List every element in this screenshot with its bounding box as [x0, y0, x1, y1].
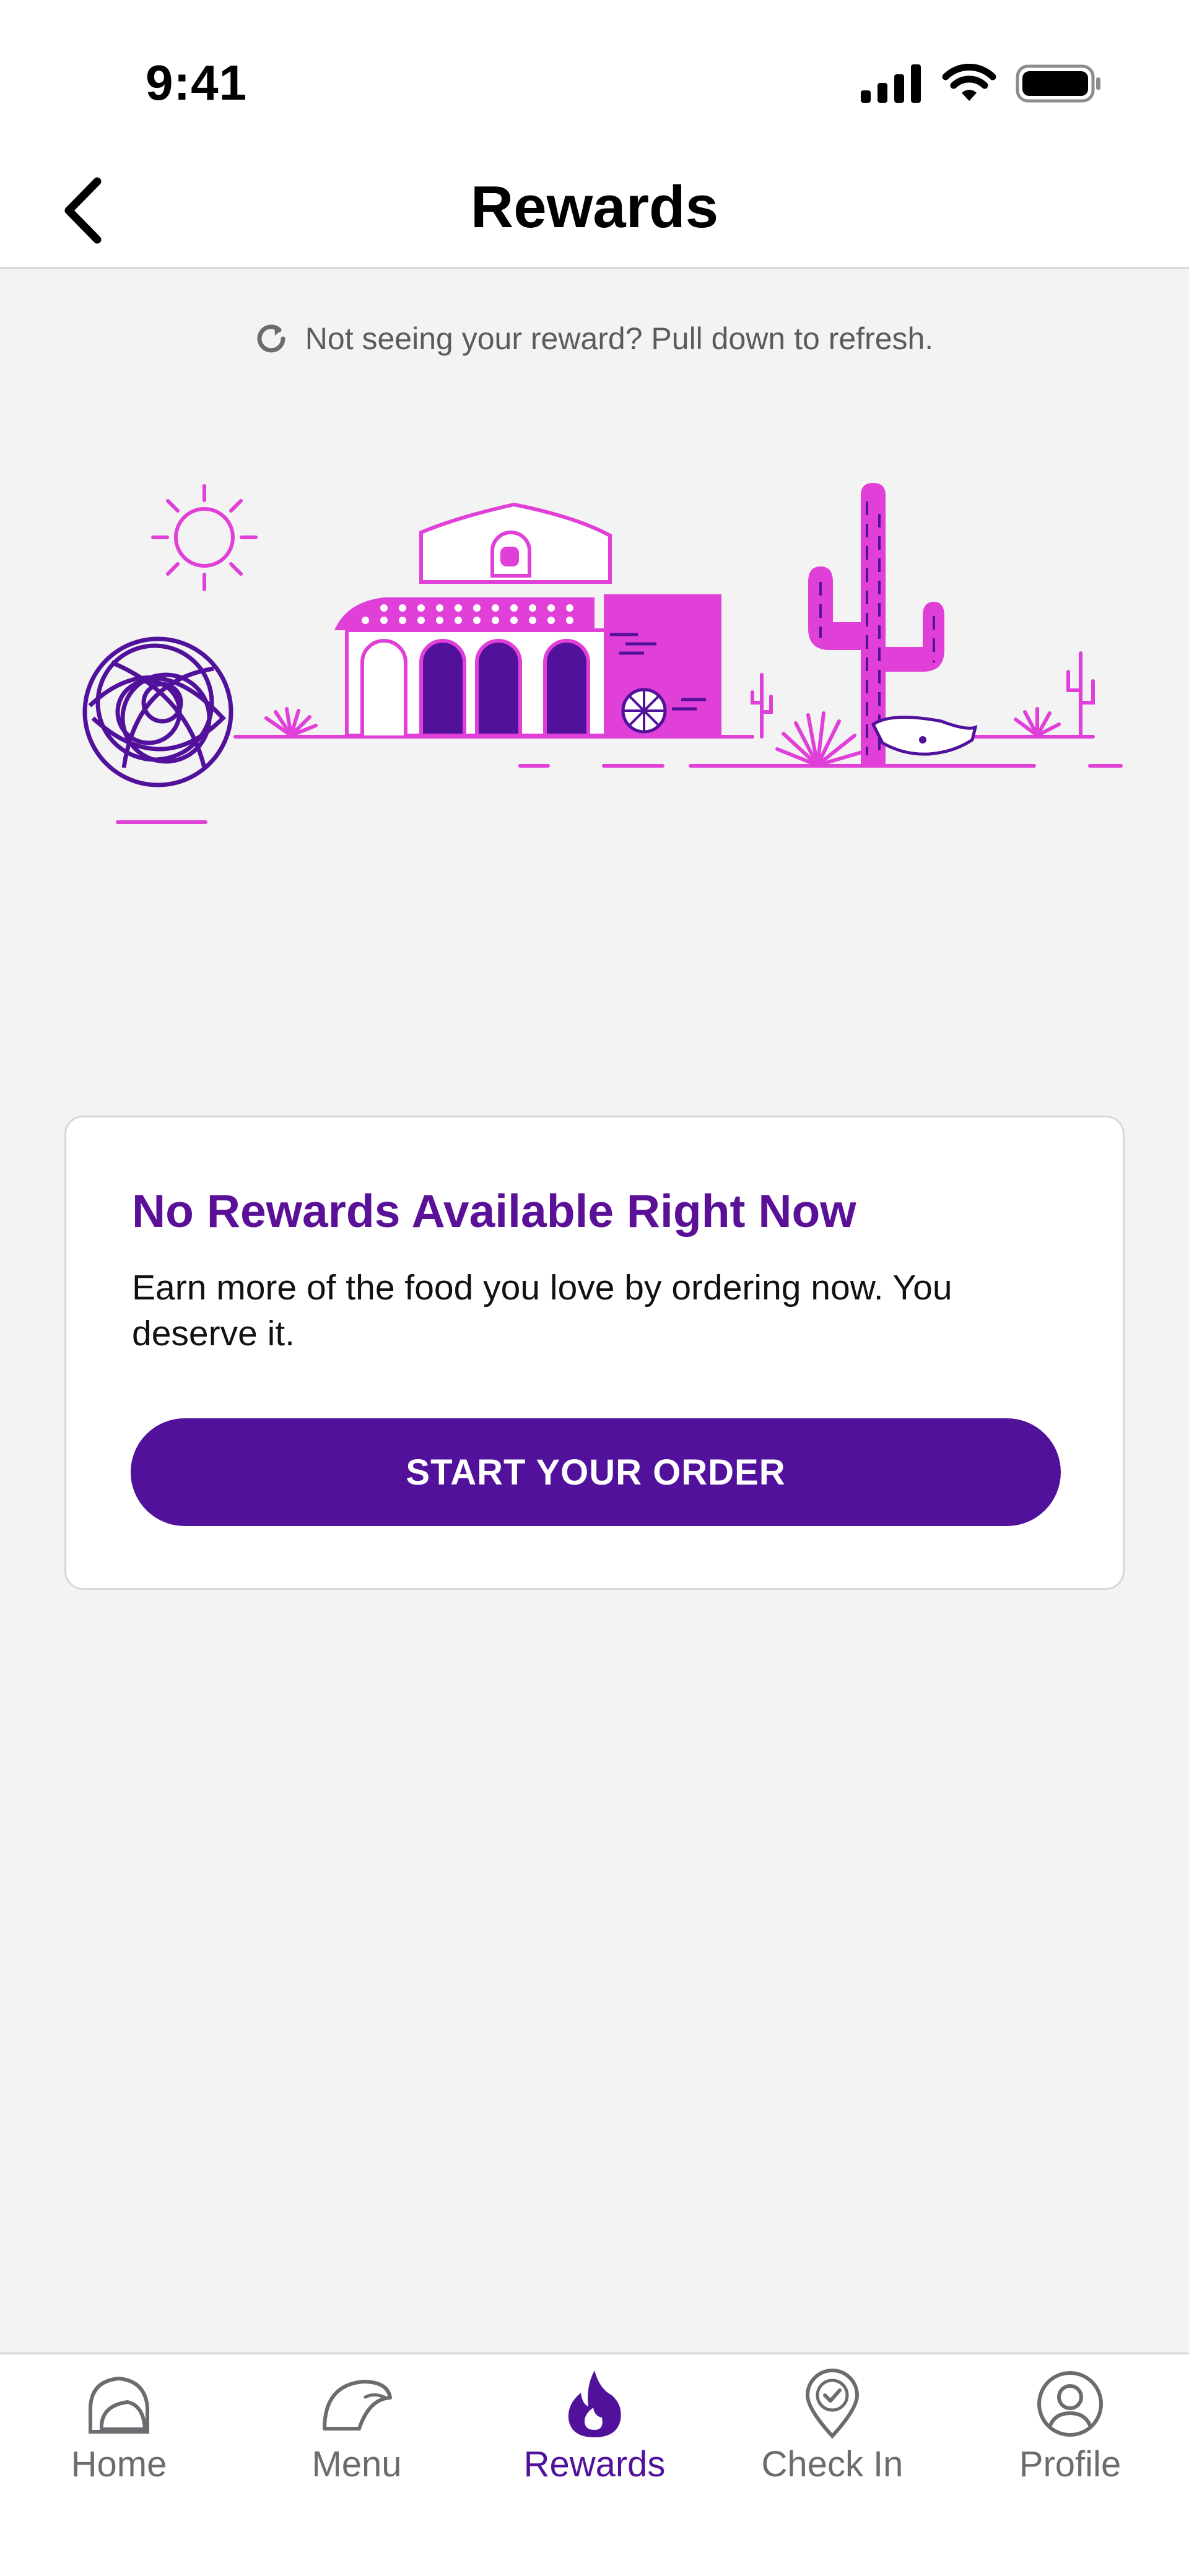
house-illustration — [334, 502, 721, 737]
refresh-icon — [257, 324, 285, 353]
profile-icon — [1033, 2367, 1107, 2441]
tab-bar: Home Menu Rewards Check In Profile — [0, 2353, 1189, 2576]
tab-label: Check In — [761, 2444, 904, 2484]
tab-label: Rewards — [523, 2444, 666, 2484]
card-body: Earn more of the food you love by orderi… — [132, 1268, 952, 1353]
tab-profile[interactable]: Profile — [951, 2354, 1189, 2491]
tab-menu[interactable]: Menu — [238, 2354, 476, 2491]
taco-icon — [320, 2367, 394, 2441]
location-check-icon — [795, 2367, 869, 2441]
start-order-button[interactable]: START YOUR ORDER — [131, 1418, 1061, 1526]
tab-rewards[interactable]: Rewards — [476, 2354, 713, 2491]
status-time: 9:41 — [146, 55, 248, 110]
nav-bar: Rewards — [0, 161, 1189, 269]
signal-icon — [861, 64, 921, 103]
tab-label: Menu — [311, 2444, 402, 2484]
tab-label: Profile — [1019, 2444, 1121, 2484]
refresh-hint-text: Not seeing your reward? Pull down to ref… — [305, 321, 934, 356]
bell-taco-icon — [82, 2367, 156, 2441]
refresh-hint: Not seeing your reward? Pull down to ref… — [0, 317, 1189, 360]
status-icons — [861, 62, 1102, 105]
page-title: Rewards — [470, 174, 719, 240]
tab-home[interactable]: Home — [0, 2354, 238, 2491]
battery-icon — [1016, 64, 1100, 103]
flame-icon — [557, 2367, 632, 2441]
no-rewards-card: No Rewards Available Right Now Earn more… — [64, 1116, 1125, 1590]
tumbleweed-illustration — [82, 636, 233, 787]
cactus-illustration — [808, 483, 978, 766]
tab-check-in[interactable]: Check In — [713, 2354, 951, 2491]
sun-icon — [151, 484, 258, 591]
wifi-icon — [942, 64, 996, 101]
desert-illustration — [82, 483, 1123, 824]
card-title: No Rewards Available Right Now — [132, 1185, 856, 1237]
tab-label: Home — [71, 2444, 167, 2484]
status-bar: 9:41 — [0, 0, 1189, 161]
